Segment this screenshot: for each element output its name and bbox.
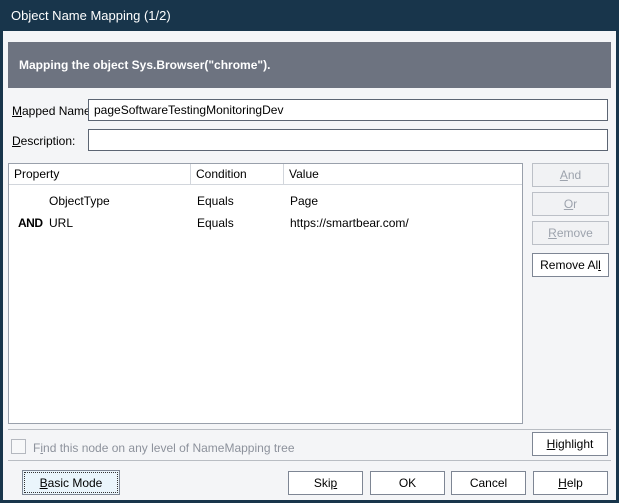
row-property: ObjectType bbox=[49, 194, 191, 208]
column-header-value[interactable]: Value bbox=[284, 164, 522, 184]
mapped-name-input[interactable] bbox=[88, 99, 608, 121]
column-header-property[interactable]: Property bbox=[9, 164, 191, 184]
help-button[interactable]: Help bbox=[533, 471, 608, 495]
skip-button[interactable]: Skip bbox=[288, 471, 363, 495]
remove-button[interactable]: Remove bbox=[532, 221, 609, 245]
ok-button[interactable]: OK bbox=[370, 471, 445, 495]
titlebar[interactable]: Object Name Mapping (1/2) bbox=[0, 0, 619, 31]
find-node-checkbox[interactable] bbox=[11, 439, 26, 454]
object-name-mapping-dialog: Object Name Mapping (1/2) Mapping the ob… bbox=[0, 0, 619, 503]
row-property: URL bbox=[49, 216, 191, 230]
table-row[interactable]: ObjectType Equals Page bbox=[9, 190, 522, 212]
criteria-table: Property Condition Value ObjectType Equa… bbox=[8, 163, 523, 424]
find-node-checkbox-label[interactable]: Find this node on any level of NameMappi… bbox=[33, 441, 295, 455]
table-row[interactable]: AND URL Equals https://smartbear.com/ bbox=[9, 212, 522, 234]
description-label: Description: bbox=[12, 134, 75, 148]
separator bbox=[8, 429, 611, 430]
mapping-banner: Mapping the object Sys.Browser("chrome")… bbox=[8, 42, 611, 88]
row-operator: AND bbox=[9, 216, 49, 230]
basic-mode-button[interactable]: Basic Mode bbox=[22, 470, 120, 495]
or-button[interactable]: Or bbox=[532, 192, 609, 216]
separator bbox=[8, 460, 611, 461]
window-title: Object Name Mapping (1/2) bbox=[0, 8, 171, 23]
remove-all-button[interactable]: Remove All bbox=[532, 253, 609, 277]
row-condition: Equals bbox=[191, 194, 284, 208]
cancel-button[interactable]: Cancel bbox=[451, 471, 526, 495]
row-value: https://smartbear.com/ bbox=[284, 216, 522, 230]
row-condition: Equals bbox=[191, 216, 284, 230]
description-input[interactable] bbox=[88, 129, 608, 151]
and-button[interactable]: And bbox=[532, 163, 609, 187]
mapped-name-label: Mapped Name: bbox=[12, 104, 94, 118]
column-header-condition[interactable]: Condition bbox=[191, 164, 284, 184]
criteria-table-header: Property Condition Value bbox=[9, 164, 522, 185]
banner-text: Mapping the object Sys.Browser("chrome")… bbox=[19, 58, 270, 72]
row-value: Page bbox=[284, 194, 522, 208]
highlight-button[interactable]: Highlight bbox=[532, 432, 608, 456]
